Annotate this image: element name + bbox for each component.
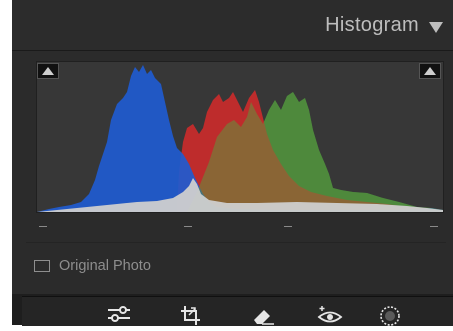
collapse-triangle-icon[interactable]	[429, 22, 443, 33]
histogram-body: Original Photo	[12, 51, 453, 294]
info-dash	[284, 226, 292, 227]
divider	[26, 242, 446, 243]
panel-title: Histogram	[325, 14, 419, 36]
original-photo-toggle[interactable]: Original Photo	[34, 255, 151, 277]
info-dash	[430, 226, 438, 227]
shadow-clipping-triangle-icon	[42, 67, 54, 75]
panel-header[interactable]: Histogram	[12, 0, 453, 51]
sliders-icon[interactable]	[106, 304, 132, 326]
red-eye-icon[interactable]	[317, 304, 343, 326]
crop-icon[interactable]	[178, 304, 204, 326]
histogram-graph[interactable]	[36, 61, 444, 213]
histogram-panel: Histogram Original Photo	[12, 0, 453, 326]
eraser-icon[interactable]	[250, 304, 276, 326]
shadow-clipping-button[interactable]	[37, 63, 59, 79]
develop-toolbar	[22, 296, 453, 326]
highlight-clipping-button[interactable]	[419, 63, 441, 79]
histogram-svg	[37, 65, 443, 212]
info-dash	[39, 226, 47, 227]
original-photo-label: Original Photo	[59, 258, 151, 274]
highlight-clipping-triangle-icon	[424, 67, 436, 75]
original-photo-checkbox[interactable]	[34, 260, 50, 272]
masking-icon[interactable]	[377, 304, 403, 326]
info-dash	[184, 226, 192, 227]
